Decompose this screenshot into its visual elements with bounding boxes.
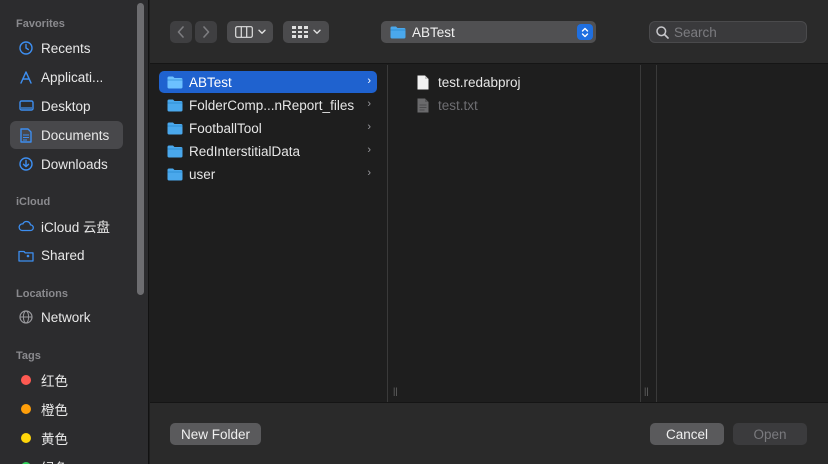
view-mode-button[interactable]: [227, 21, 273, 43]
bottom-bar: New Folder Cancel Open: [150, 402, 828, 464]
column-view-icon: [234, 26, 253, 38]
file-name: test.redabproj: [438, 74, 521, 90]
sidebar-item-applications[interactable]: Applicati...: [10, 63, 123, 91]
chevron-right-icon: ›: [367, 75, 371, 87]
chevron-left-icon: [177, 26, 184, 38]
folder-icon: [167, 99, 183, 111]
search-icon: [656, 25, 669, 39]
folder-row-user[interactable]: user ›: [159, 163, 377, 185]
document-icon: [18, 127, 34, 143]
grid-group-icon: [291, 26, 308, 38]
sidebar-item-label: Desktop: [41, 98, 91, 114]
cancel-button[interactable]: Cancel: [650, 423, 724, 445]
sidebar-item-label: 黄色: [41, 432, 68, 447]
tag-dot-icon: [21, 404, 31, 414]
updown-arrows-icon: [577, 24, 593, 40]
search-field[interactable]: [649, 21, 807, 43]
sidebar-item-shared[interactable]: Shared: [10, 241, 123, 269]
folder-icon: [167, 122, 183, 134]
file-row-test-txt: test.txt: [417, 94, 627, 116]
sidebar-item-recents[interactable]: Recents: [10, 34, 123, 62]
sidebar-item-label: Downloads: [41, 156, 108, 172]
sidebar-item-label: Documents: [41, 127, 110, 143]
chevron-right-icon: ›: [367, 167, 371, 179]
sidebar-item-label: 橙色: [41, 403, 68, 418]
folder-name: FootballTool: [189, 120, 262, 136]
sidebar-item-network[interactable]: Network: [10, 303, 123, 331]
folder-name: FolderComp...nReport_files: [189, 97, 355, 113]
sidebar-tag-orange[interactable]: 橙色: [10, 395, 123, 423]
tag-dot-icon: [21, 433, 31, 443]
download-icon: [18, 156, 34, 172]
sidebar-item-label: Applicati...: [41, 69, 104, 85]
sidebar-item-label: iCloud 云盘: [41, 220, 111, 235]
toolbar: ABTest: [150, 0, 828, 64]
sidebar-scrollbar[interactable]: [137, 3, 144, 295]
folder-row-abtest[interactable]: ABTest ›: [159, 71, 377, 93]
icloud-heading: iCloud: [16, 196, 51, 208]
chevron-down-icon: [312, 29, 321, 34]
chevron-right-icon: ›: [367, 144, 371, 156]
group-button[interactable]: [283, 21, 329, 43]
sidebar-tag-red[interactable]: 红色: [10, 366, 123, 394]
chevron-down-icon: [257, 29, 266, 34]
column-3: [641, 65, 657, 402]
file-icon: [417, 98, 429, 112]
sidebar: Favorites Recents Applicati... Desktop D…: [0, 0, 149, 464]
sidebar-item-documents[interactable]: Documents: [10, 121, 123, 149]
sidebar-tag-yellow[interactable]: 黄色: [10, 424, 123, 452]
column-1: ABTest › FolderComp...nReport_files › Fo…: [150, 65, 398, 402]
chevron-right-icon: ›: [367, 121, 371, 133]
column-browser: ABTest › FolderComp...nReport_files › Fo…: [150, 65, 828, 402]
search-input[interactable]: [674, 24, 794, 40]
chevron-right-icon: [203, 26, 210, 38]
tags-heading: Tags: [16, 350, 41, 362]
sidebar-item-label: Shared: [41, 247, 85, 263]
globe-icon: [18, 309, 34, 325]
tag-dot-icon: [21, 375, 31, 385]
sidebar-item-downloads[interactable]: Downloads: [10, 150, 123, 178]
sidebar-tag-green[interactable]: 绿色: [10, 453, 123, 464]
file-name: test.txt: [438, 97, 478, 113]
folder-icon: [390, 26, 406, 38]
folder-name: ABTest: [189, 74, 232, 90]
open-button[interactable]: Open: [733, 423, 807, 445]
sidebar-item-label: Recents: [41, 40, 91, 56]
sidebar-item-label: Network: [41, 309, 91, 325]
folder-icon: [167, 76, 183, 88]
path-popup[interactable]: ABTest: [381, 21, 596, 43]
new-folder-button[interactable]: New Folder: [170, 423, 261, 445]
chevron-right-icon: ›: [367, 98, 371, 110]
path-label: ABTest: [412, 24, 455, 40]
forward-button[interactable]: [195, 21, 217, 43]
sidebar-item-label: 红色: [41, 374, 68, 389]
file-row-test-redabproj[interactable]: test.redabproj: [417, 71, 627, 93]
folder-row-redinterstitialdata[interactable]: RedInterstitialData ›: [159, 140, 377, 162]
desktop-icon: [18, 98, 34, 114]
cloud-icon: [18, 218, 34, 234]
column-2: test.redabproj test.txt ||: [388, 65, 649, 402]
favorites-heading: Favorites: [16, 18, 65, 30]
locations-heading: Locations: [16, 288, 68, 300]
applications-icon: [18, 69, 34, 85]
folder-row-foldercomp[interactable]: FolderComp...nReport_files ›: [159, 94, 377, 116]
folder-icon: [167, 168, 183, 180]
sidebar-item-icloud-drive[interactable]: iCloud 云盘: [10, 212, 123, 240]
folder-name: RedInterstitialData: [189, 143, 301, 159]
folder-icon: [167, 145, 183, 157]
file-icon: [417, 75, 429, 89]
folder-name: user: [189, 166, 216, 182]
back-button[interactable]: [170, 21, 192, 43]
sidebar-item-desktop[interactable]: Desktop: [10, 92, 123, 120]
folder-row-footballtool[interactable]: FootballTool ›: [159, 117, 377, 139]
sidebar-item-label: 绿色: [41, 457, 68, 464]
shared-folder-icon: [18, 247, 34, 263]
clock-icon: [18, 40, 34, 56]
